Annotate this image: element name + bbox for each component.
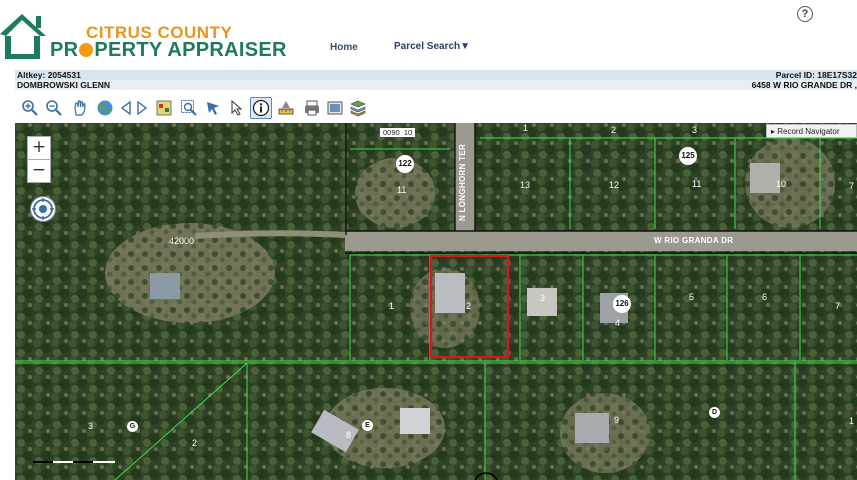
identify-arrow-icon[interactable] (227, 98, 247, 118)
lot-number: 13 (520, 180, 531, 190)
lot-number: 7 (849, 181, 855, 191)
next-extent-icon[interactable] (135, 98, 149, 118)
zoom-in-button[interactable]: + (27, 136, 51, 160)
lot-number: 4 (615, 318, 621, 328)
zoom-out-icon[interactable] (44, 98, 64, 118)
lot-number: 1 (849, 416, 855, 426)
lot-number: 5 (689, 292, 695, 302)
altkey-text: Altkey: 2054531 (17, 70, 81, 80)
house-logo-icon (0, 14, 46, 59)
nav-parcel-search-menu[interactable]: Parcel Search▼ (394, 41, 470, 52)
road-label-rio-granda: W RIO GRANDA DR (654, 236, 734, 245)
zoom-in-icon[interactable] (20, 98, 40, 118)
select-icon[interactable] (203, 98, 223, 118)
road-label-longhorn: N LONGHORN TER (458, 143, 467, 221)
lot-number: 2 (192, 438, 198, 448)
parcel-id-text: Parcel ID: 18E17S32 (775, 70, 857, 80)
stack-icon[interactable] (348, 98, 368, 118)
parcel-badge: G (127, 421, 138, 432)
parcel-badge: D (709, 407, 720, 418)
address-text: 6458 W RIO GRANDE DR , (751, 80, 857, 90)
owner-text: DOMBROWSKI GLENN (17, 80, 111, 90)
print-icon[interactable] (302, 98, 322, 118)
help-icon[interactable]: ? (797, 6, 813, 22)
lot-number: 2 (466, 301, 472, 311)
parcel-badge: E (362, 420, 373, 431)
zoom-out-button[interactable]: − (27, 159, 51, 183)
measure-icon[interactable] (276, 98, 296, 118)
parcel-badge: 122 (396, 155, 414, 173)
previous-extent-icon[interactable] (119, 98, 133, 118)
map-toolbar (15, 95, 857, 123)
lot-number: 42000 (169, 236, 195, 246)
lot-number: 11 (692, 179, 702, 189)
aerial-map[interactable]: + − 0090 10 W RIO GRANDA DR N LONGHORN T… (15, 123, 857, 480)
pan-hand-icon[interactable] (70, 98, 90, 118)
lot-number: 12 (609, 180, 620, 190)
globe-icon[interactable] (95, 98, 115, 118)
lot-number: 10 (776, 179, 787, 189)
lot-number: 8 (346, 430, 352, 440)
info-bar-altkey: Altkey: 2054531 Parcel ID: 18E17S32 (15, 70, 857, 80)
header: CITRUS COUNTY PR PERTY APPRAISER Home Par… (0, 0, 857, 68)
compass-icon[interactable] (30, 196, 56, 222)
map-imagery (15, 123, 857, 480)
lot-number: 1 (523, 123, 529, 133)
lot-number: 7 (835, 301, 841, 311)
layers-icon[interactable] (154, 98, 174, 118)
lot-number: 2 (611, 125, 617, 135)
lot-number: 3 (540, 293, 546, 303)
nav-home-link[interactable]: Home (330, 42, 358, 53)
logo-subtitle: PR PERTY APPRAISER (50, 39, 287, 61)
lot-number: 3 (88, 421, 94, 431)
lot-number: 6 (762, 292, 768, 302)
orange-icon (79, 43, 94, 57)
lot-number: 1 (389, 301, 395, 311)
parcel-badge: 125 (679, 147, 697, 165)
export-icon[interactable] (325, 98, 345, 118)
lot-number: 9 (614, 415, 620, 425)
lot-number: 11 (397, 185, 407, 195)
lot-number: 3 (692, 125, 698, 135)
info-icon[interactable] (250, 97, 272, 119)
zoom-box-icon[interactable] (179, 98, 199, 118)
parcel-badge: 126 (613, 295, 631, 313)
lot-tag-0090: 0090 10 (380, 128, 416, 137)
record-navigator-button[interactable]: ▸ Record Navigator (766, 124, 857, 138)
info-bar-owner: DOMBROWSKI GLENN 6458 W RIO GRANDE DR , (15, 80, 857, 90)
